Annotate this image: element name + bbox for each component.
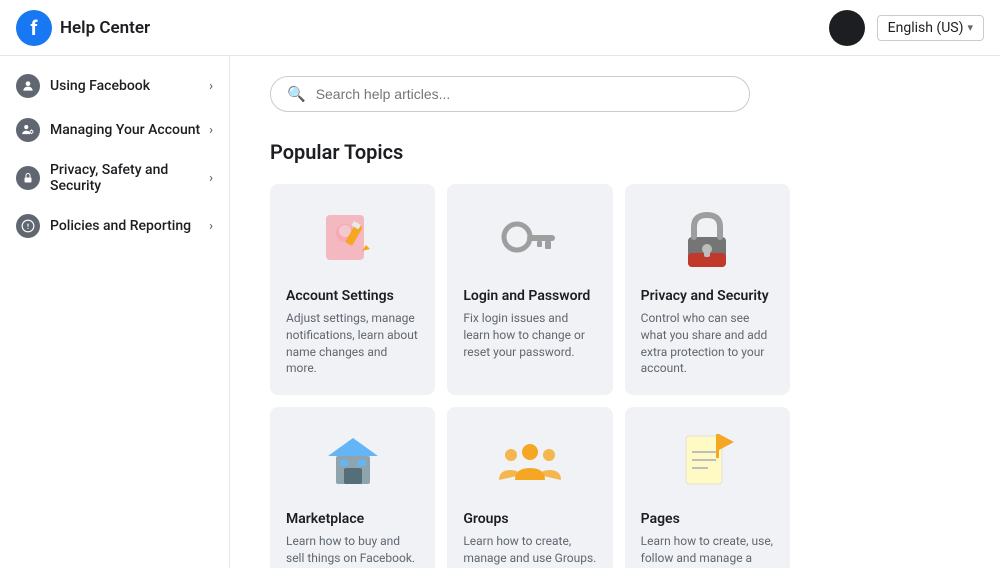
pages-illustration — [641, 427, 774, 499]
avatar[interactable] — [829, 10, 865, 46]
login-password-desc: Fix login issues and learn how to change… — [463, 310, 596, 360]
topic-card-account-settings[interactable]: Account Settings Adjust settings, manage… — [270, 184, 435, 395]
privacy-security-name: Privacy and Security — [641, 288, 769, 304]
topic-card-marketplace[interactable]: Marketplace Learn how to buy and sell th… — [270, 407, 435, 568]
privacy-illustration — [641, 204, 774, 276]
marketplace-desc: Learn how to buy and sell things on Face… — [286, 533, 419, 567]
sidebar-item-label: Policies and Reporting — [50, 218, 191, 234]
search-input[interactable] — [316, 86, 733, 102]
person-gear-icon — [16, 118, 40, 142]
facebook-logo: f — [16, 10, 52, 46]
exclamation-icon — [16, 214, 40, 238]
login-illustration — [463, 204, 596, 276]
chevron-down-icon: ▾ — [967, 21, 973, 34]
sidebar-item-label: Using Facebook — [50, 78, 150, 94]
topic-card-pages[interactable]: Pages Learn how to create, use, follow a… — [625, 407, 790, 568]
chevron-icon: › — [209, 123, 213, 138]
person-icon — [16, 74, 40, 98]
chevron-icon: › — [209, 219, 213, 234]
topic-card-login-password[interactable]: Login and Password Fix login issues and … — [447, 184, 612, 395]
topics-grid: Account Settings Adjust settings, manage… — [270, 184, 790, 568]
sidebar-item-managing-account[interactable]: Managing Your Account › — [0, 108, 229, 152]
chevron-icon: › — [209, 79, 213, 94]
header: f Help Center English (US) ▾ — [0, 0, 1000, 56]
topic-card-groups[interactable]: Groups Learn how to create, manage and u… — [447, 407, 612, 568]
login-password-name: Login and Password — [463, 288, 590, 304]
groups-name: Groups — [463, 511, 508, 527]
sidebar-item-using-facebook[interactable]: Using Facebook › — [0, 64, 229, 108]
account-settings-name: Account Settings — [286, 288, 394, 304]
account-settings-desc: Adjust settings, manage notifications, l… — [286, 310, 419, 377]
header-title: Help Center — [60, 18, 150, 38]
sidebar-item-privacy[interactable]: Privacy, Safety and Security › — [0, 152, 229, 204]
privacy-security-desc: Control who can see what you share and a… — [641, 310, 774, 377]
pages-name: Pages — [641, 511, 680, 527]
sidebar-item-policies[interactable]: Policies and Reporting › — [0, 204, 229, 248]
groups-illustration — [463, 427, 596, 499]
header-left: f Help Center — [16, 10, 150, 46]
main-content: 🔍 Popular Topics — [230, 56, 1000, 568]
pages-desc: Learn how to create, use, follow and man… — [641, 533, 774, 568]
popular-topics-title: Popular Topics — [270, 140, 960, 164]
chevron-icon: › — [209, 171, 213, 186]
sidebar-item-label: Privacy, Safety and Security — [50, 162, 209, 194]
language-label: English (US) — [888, 20, 964, 36]
marketplace-name: Marketplace — [286, 511, 364, 527]
sidebar: Using Facebook › Managing Your Account ›… — [0, 56, 230, 568]
account-settings-illustration — [286, 204, 419, 276]
sidebar-item-label: Managing Your Account — [50, 122, 200, 138]
marketplace-illustration — [286, 427, 419, 499]
topic-card-privacy-security[interactable]: Privacy and Security Control who can see… — [625, 184, 790, 395]
search-icon: 🔍 — [287, 85, 306, 103]
header-right: English (US) ▾ — [829, 10, 984, 46]
language-button[interactable]: English (US) ▾ — [877, 15, 984, 41]
groups-desc: Learn how to create, manage and use Grou… — [463, 533, 596, 567]
lock-icon — [16, 166, 40, 190]
layout: Using Facebook › Managing Your Account ›… — [0, 56, 1000, 568]
search-bar[interactable]: 🔍 — [270, 76, 750, 112]
